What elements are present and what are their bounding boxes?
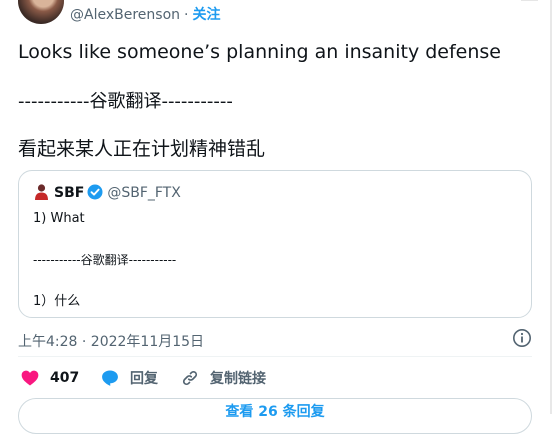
quoted-tweet-text: 1) What	[33, 211, 85, 226]
quoted-tweet-card[interactable]: SBF @SBF_FTX 1) What -----------谷歌翻译----…	[18, 170, 532, 318]
quoted-tweet-header: SBF @SBF_FTX	[33, 183, 181, 203]
info-icon[interactable]	[512, 328, 532, 348]
quoted-tweet-translation: 1）什么	[33, 294, 81, 309]
link-icon	[180, 368, 200, 388]
heart-icon	[20, 368, 40, 388]
translation-divider: -----------谷歌翻译-----------	[18, 91, 233, 112]
separator-dot: ·	[184, 7, 189, 23]
quoted-author-avatar[interactable]	[33, 183, 50, 200]
quoted-author-handle[interactable]: @SBF_FTX	[107, 185, 181, 201]
author-line: @AlexBerenson · 关注	[70, 4, 220, 24]
reply-label: 回复	[130, 371, 158, 387]
like-count: 407	[50, 370, 80, 386]
verified-badge-icon	[87, 184, 103, 204]
tweet-translation: 看起来某人正在计划精神错乱	[18, 138, 266, 160]
author-avatar[interactable]	[18, 0, 64, 24]
tweet-header: @AlexBerenson · 关注	[18, 0, 538, 26]
reply-icon	[100, 368, 120, 388]
quoted-author-name[interactable]: SBF	[54, 185, 84, 201]
divider	[18, 356, 532, 357]
tweet-timestamp[interactable]: 上午4:28 · 2022年11月15日	[18, 331, 204, 351]
follow-button[interactable]: 关注	[192, 7, 220, 23]
copy-link-label: 复制链接	[210, 371, 266, 387]
copy-link-button[interactable]: 复制链接	[180, 366, 266, 390]
author-handle[interactable]: @AlexBerenson	[70, 7, 180, 23]
tweet-text: Looks like someone’s planning an insanit…	[18, 41, 501, 63]
reply-button[interactable]: 回复	[100, 366, 158, 390]
quoted-translation-divider: -----------谷歌翻译-----------	[33, 253, 177, 267]
more-options-corner[interactable]	[521, 0, 538, 1]
read-replies-button[interactable]: 查看 26 条回复	[18, 398, 532, 434]
like-button[interactable]: 407	[20, 366, 79, 390]
action-bar: 407 回复 复制链接	[18, 366, 532, 390]
